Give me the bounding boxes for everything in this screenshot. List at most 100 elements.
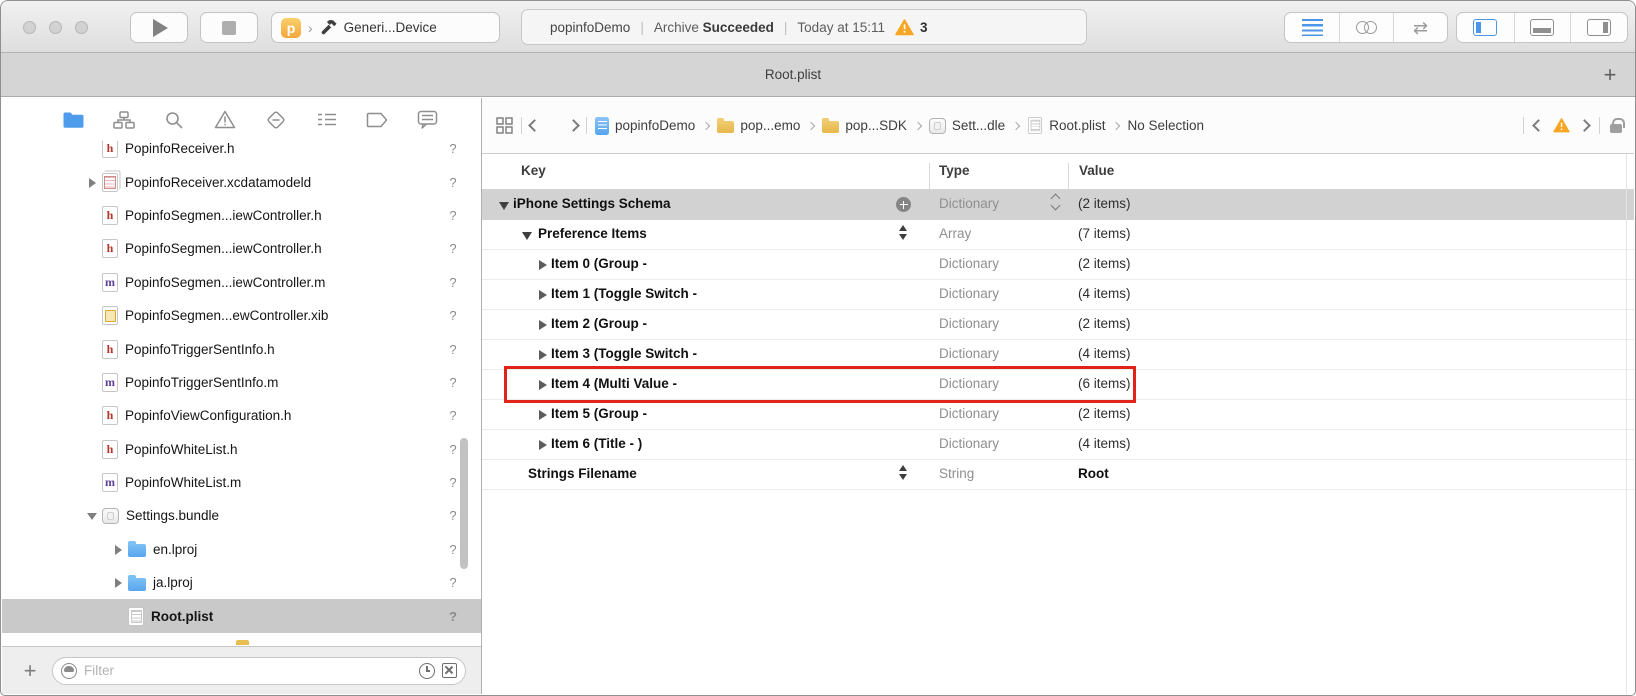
file-row[interactable]: PopinfoSegmen...iewController.h? — [2, 232, 481, 265]
plist-value[interactable]: (4 items) — [1078, 346, 1131, 361]
column-header-type[interactable]: Type — [939, 163, 970, 178]
file-row[interactable]: Settings.bundle? — [2, 499, 481, 532]
file-row[interactable]: PopinfoSegmen...iewController.m? — [2, 266, 481, 299]
related-items-icon[interactable] — [496, 117, 513, 134]
file-row[interactable]: ja.lproj? — [2, 566, 481, 599]
file-row[interactable]: PopinfoSegmen...ewController.xib? — [2, 299, 481, 332]
plist-value[interactable]: Root — [1078, 466, 1109, 481]
project-navigator-icon[interactable] — [60, 108, 86, 132]
plist-row[interactable]: Strings FilenameStringRoot — [482, 460, 1634, 490]
plist-value[interactable]: (2 items) — [1078, 256, 1131, 271]
recent-files-icon[interactable] — [419, 663, 435, 679]
disclosure-triangle[interactable] — [86, 176, 98, 188]
warning-icon[interactable] — [895, 19, 914, 36]
back-button[interactable] — [528, 119, 541, 132]
plist-value[interactable]: (4 items) — [1078, 436, 1131, 451]
column-header-key[interactable]: Key — [521, 163, 546, 178]
file-row[interactable]: PopinfoReceiver.xcdatamodeld? — [2, 165, 481, 198]
disclosure-triangle[interactable] — [522, 229, 534, 241]
plist-type[interactable]: Dictionary — [939, 286, 999, 301]
disclosure-triangle[interactable] — [537, 289, 549, 301]
plist-row[interactable]: Item 2 (Group -Dictionary(2 items) — [482, 310, 1634, 340]
plist-row[interactable]: Item 5 (Group -Dictionary(2 items) — [482, 400, 1634, 430]
filter-input[interactable]: Filter — [52, 657, 466, 685]
plist-row[interactable]: iPhone Settings SchemaDictionary(2 items… — [482, 190, 1634, 220]
file-row[interactable]: Root.plist? — [2, 599, 481, 632]
plist-row[interactable]: Preference ItemsArray(7 items) — [482, 220, 1634, 250]
disclosure-triangle[interactable] — [537, 349, 549, 361]
column-header-value[interactable]: Value — [1079, 163, 1114, 178]
standard-editor-button[interactable] — [1285, 13, 1339, 42]
close-window-button[interactable] — [23, 21, 36, 34]
issue-navigator-icon[interactable] — [212, 108, 238, 132]
zoom-window-button[interactable] — [75, 21, 88, 34]
run-button[interactable] — [130, 12, 188, 43]
disclosure-triangle[interactable] — [537, 409, 549, 421]
disclosure-triangle[interactable] — [537, 439, 549, 451]
breadcrumb-item[interactable]: No Selection — [1127, 118, 1204, 133]
plist-type[interactable]: Dictionary — [939, 406, 999, 421]
disclosure-triangle[interactable] — [537, 379, 549, 391]
plist-value[interactable]: (4 items) — [1078, 286, 1131, 301]
breadcrumb-item[interactable]: pop...emo — [717, 118, 800, 133]
symbol-navigator-icon[interactable] — [111, 108, 137, 132]
breadcrumb-item[interactable]: pop...SDK — [822, 118, 907, 133]
plist-row[interactable]: Item 1 (Toggle Switch -Dictionary(4 item… — [482, 280, 1634, 310]
file-row[interactable]: PopinfoViewConfiguration.h? — [2, 399, 481, 432]
assistant-editor-button[interactable] — [1339, 13, 1393, 42]
sidebar-scrollbar[interactable] — [460, 438, 468, 569]
scheme-selector[interactable]: p › Generi...Device — [271, 12, 500, 43]
version-editor-button[interactable]: ⇄ — [1393, 13, 1447, 42]
previous-issue-button[interactable] — [1532, 119, 1545, 132]
tab-root-plist[interactable]: Root.plist — [1, 67, 1585, 82]
plist-type[interactable]: Dictionary — [939, 436, 999, 451]
activity-viewer[interactable]: popinfoDemo | Archive Succeeded | Today … — [521, 9, 1087, 45]
value-stepper-icon[interactable] — [1052, 195, 1059, 209]
plist-type[interactable]: String — [939, 466, 974, 481]
breakpoint-navigator-icon[interactable] — [364, 108, 390, 132]
plist-value[interactable]: (2 items) — [1078, 316, 1131, 331]
breadcrumb-item[interactable]: popinfoDemo — [595, 117, 695, 135]
column-divider[interactable] — [1068, 163, 1069, 189]
search-navigator-icon[interactable] — [161, 108, 187, 132]
plist-row[interactable]: Item 6 (Title - )Dictionary(4 items) — [482, 430, 1634, 460]
inspector-panel-button[interactable] — [1570, 13, 1627, 42]
plist-row[interactable]: Item 4 (Multi Value -Dictionary(6 items) — [482, 370, 1634, 400]
plist-row[interactable]: Item 3 (Toggle Switch -Dictionary(4 item… — [482, 340, 1634, 370]
plist-value[interactable]: (7 items) — [1078, 226, 1131, 241]
row-stepper[interactable] — [899, 465, 907, 480]
warning-icon[interactable] — [1553, 118, 1570, 133]
plist-value[interactable]: (6 items) — [1078, 376, 1131, 391]
plist-type[interactable]: Dictionary — [939, 196, 999, 211]
debug-navigator-icon[interactable] — [314, 108, 340, 132]
new-tab-button[interactable]: + — [1585, 64, 1635, 86]
file-row[interactable]: PopinfoWhiteList.h? — [2, 433, 481, 466]
test-navigator-icon[interactable] — [263, 108, 289, 132]
add-file-button[interactable]: + — [18, 660, 42, 682]
file-row[interactable]: en.lproj? — [2, 533, 481, 566]
column-divider[interactable] — [929, 163, 930, 189]
breadcrumb-item[interactable]: Root.plist — [1027, 116, 1105, 135]
debug-area-button[interactable] — [1514, 13, 1571, 42]
plist-value[interactable]: (2 items) — [1078, 406, 1131, 421]
disclosure-triangle[interactable] — [112, 577, 124, 589]
navigator-panel-button[interactable] — [1457, 13, 1514, 42]
disclosure-triangle[interactable] — [499, 199, 511, 211]
plist-type[interactable]: Dictionary — [939, 316, 999, 331]
disclosure-triangle[interactable] — [112, 543, 124, 555]
forward-button[interactable] — [567, 119, 580, 132]
plist-type[interactable]: Array — [939, 226, 971, 241]
add-row-button[interactable] — [896, 197, 911, 212]
report-navigator-icon[interactable] — [415, 108, 441, 132]
plist-type[interactable]: Dictionary — [939, 346, 999, 361]
plist-value[interactable]: (2 items) — [1078, 196, 1131, 211]
disclosure-triangle[interactable] — [537, 259, 549, 271]
plist-type[interactable]: Dictionary — [939, 256, 999, 271]
next-issue-button[interactable] — [1578, 119, 1591, 132]
plist-row[interactable]: Item 0 (Group -Dictionary(2 items) — [482, 250, 1634, 280]
stop-button[interactable] — [200, 12, 258, 43]
disclosure-triangle[interactable] — [537, 319, 549, 331]
unsaved-files-icon[interactable] — [442, 663, 457, 678]
minimize-window-button[interactable] — [49, 21, 62, 34]
plist-type[interactable]: Dictionary — [939, 376, 999, 391]
